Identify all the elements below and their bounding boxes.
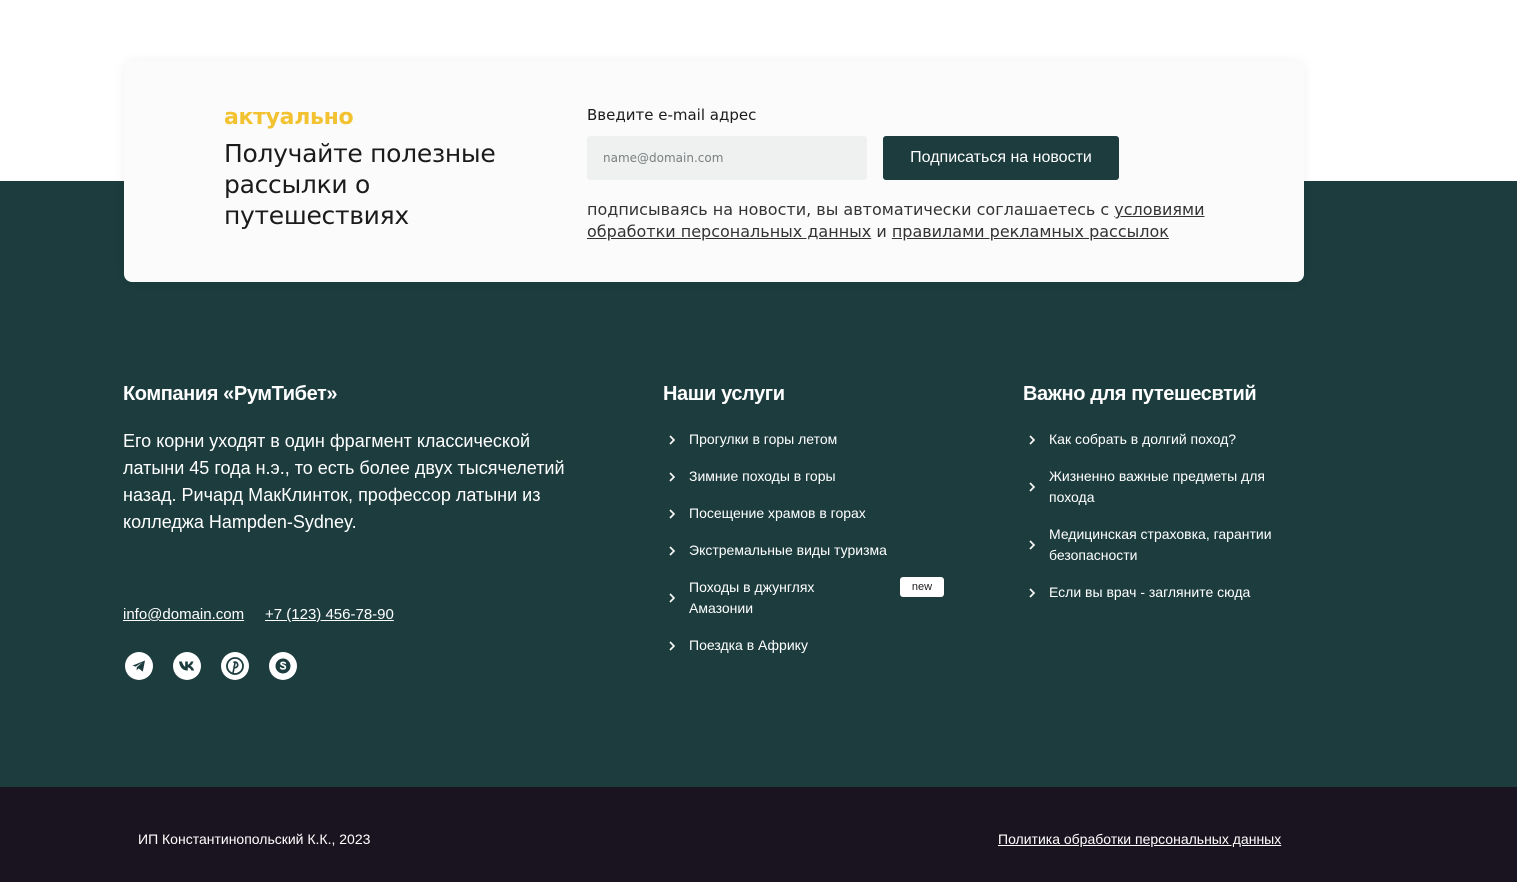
chevron-right-icon [669, 434, 676, 445]
chevron-right-icon [669, 471, 676, 482]
ad-rules-link[interactable]: правилами рекламных рассылок [892, 222, 1169, 241]
subscribe-card: актуально Получайте полезные рассылки о … [124, 61, 1304, 282]
chevron-right-icon [1029, 587, 1036, 598]
chevron-right-icon [669, 593, 676, 603]
copyright-text: ИП Константинопольский К.К., 2023 [138, 831, 371, 847]
privacy-policy-link[interactable]: Политика обработки персональных данных [998, 831, 1281, 847]
services-item[interactable]: Зимние походы в горы [663, 466, 903, 487]
services-item[interactable]: Прогулки в горы летом [663, 429, 903, 450]
important-title: Важно для путешесвтий [1023, 383, 1257, 405]
services-item-label: Прогулки в горы летом [689, 431, 838, 447]
important-menu: Как собрать в долгий поход? Жизненно важ… [1023, 429, 1293, 603]
services-menu: Прогулки в горы летом Зимние походы в го… [663, 429, 903, 656]
subscribe-title: Получайте полезные рассылки о путешестви… [224, 139, 496, 230]
about-title: Компания «РумТибет» [123, 383, 338, 405]
chevron-right-icon [1029, 482, 1036, 492]
services-item[interactable]: Походы в джунглях Амазонии [663, 577, 833, 619]
chevron-right-icon [1029, 540, 1036, 550]
important-item[interactable]: Если вы врач - загляните сюда [1023, 582, 1293, 603]
important-item-label: Как собрать в долгий поход? [1049, 431, 1237, 447]
consent-text: подписываясь на новости, вы автоматическ… [587, 199, 1227, 243]
important-item-label: Если вы врач - загляните сюда [1049, 584, 1251, 600]
vk-icon[interactable] [173, 652, 201, 680]
new-badge: new [900, 577, 944, 597]
services-item-label: Походы в джунглях Амазонии [689, 579, 815, 616]
chevron-right-icon [1029, 434, 1036, 445]
services-item-label: Поездка в Африку [689, 637, 808, 653]
phone-link[interactable]: +7 (123) 456-78-90 [265, 606, 394, 623]
consent-middle: и [871, 222, 892, 241]
consent-prefix: подписываясь на новости, вы автоматическ… [587, 200, 1115, 219]
social-links [125, 652, 297, 680]
important-item[interactable]: Как собрать в долгий поход? [1023, 429, 1293, 450]
chevron-right-icon [669, 640, 676, 651]
services-item[interactable]: Посещение храмов в горах [663, 503, 903, 524]
important-item-label: Жизненно важные предметы для похода [1049, 468, 1265, 505]
subscribe-button[interactable]: Подписаться на новости [883, 136, 1119, 180]
services-item[interactable]: Экстремальные виды туризма [663, 540, 903, 561]
services-item-label: Зимние походы в горы [689, 468, 836, 484]
email-label: Введите e-mail адрес [587, 106, 757, 124]
telegram-icon[interactable] [125, 652, 153, 680]
about-text: Его корни уходят в один фрагмент классич… [123, 431, 565, 532]
important-item-label: Медицинская страховка, гарантии безопасн… [1049, 526, 1272, 563]
services-item-label: Экстремальные виды туризма [689, 542, 887, 558]
chevron-right-icon [669, 508, 676, 519]
email-input[interactable] [587, 136, 867, 180]
pinterest-icon[interactable] [221, 652, 249, 680]
important-item[interactable]: Медицинская страховка, гарантии безопасн… [1023, 524, 1293, 566]
services-item-label: Посещение храмов в горах [689, 505, 866, 521]
chevron-right-icon [669, 545, 676, 556]
services-item[interactable]: Поездка в Африку [663, 635, 903, 656]
services-title: Наши услуги [663, 383, 785, 405]
email-link[interactable]: info@domain.com [123, 606, 244, 623]
skype-icon[interactable] [269, 652, 297, 680]
important-item[interactable]: Жизненно важные предметы для похода [1023, 466, 1293, 508]
subscribe-kicker: актуально [224, 105, 354, 130]
